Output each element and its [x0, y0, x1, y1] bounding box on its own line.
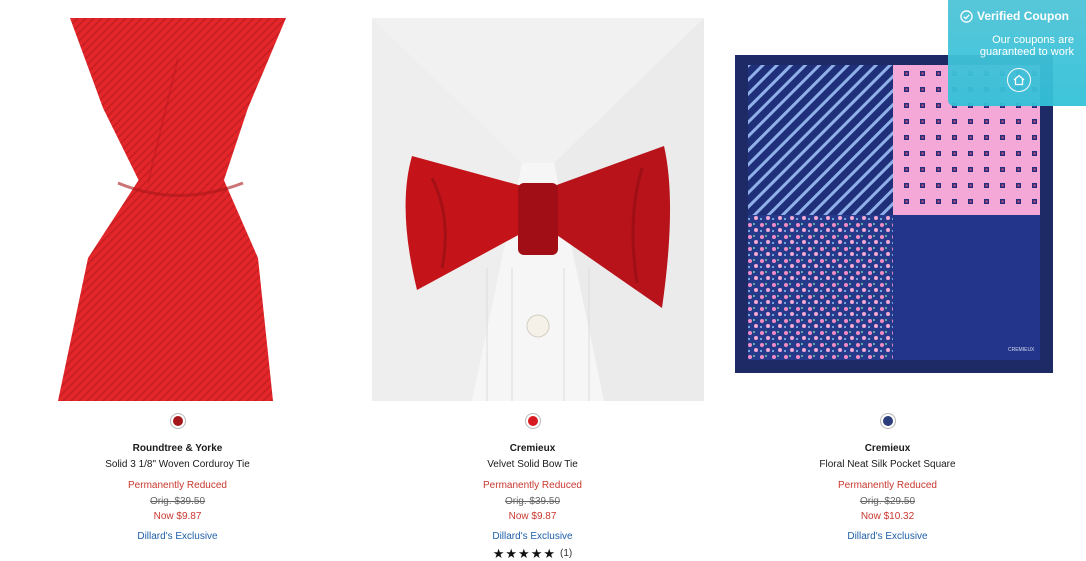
product-brand[interactable]: Cremieux [710, 441, 1065, 457]
review-count: (1) [560, 548, 573, 559]
color-swatch[interactable] [879, 413, 896, 429]
color-swatch[interactable] [169, 413, 186, 429]
product-info: Roundtree & Yorke Solid 3 1/8" Woven Cor… [0, 441, 355, 544]
status-label: Permanently Reduced [128, 480, 227, 491]
product-rating[interactable]: ★★★★★ (1) [355, 546, 710, 561]
sale-price: Now $10.32 [860, 511, 915, 522]
check-circle-icon [960, 9, 973, 23]
star-rating-icon: ★★★★★ [492, 546, 557, 561]
product-card[interactable]: Cremieux Velvet Solid Bow Tie Permanentl… [355, 0, 710, 561]
home-icon [1013, 74, 1025, 86]
product-brand[interactable]: Cremieux [355, 441, 710, 457]
exclusive-link[interactable]: Dillard's Exclusive [355, 529, 710, 545]
product-name[interactable]: Floral Neat Silk Pocket Square [710, 457, 1065, 473]
product-brand[interactable]: Roundtree & Yorke [0, 441, 355, 457]
coupon-title: Verified Coupon [960, 9, 1069, 23]
exclusive-link[interactable]: Dillard's Exclusive [0, 529, 355, 545]
original-price: Orig. $39.50 [149, 495, 206, 507]
status-label: Permanently Reduced [483, 480, 582, 491]
sale-price: Now $9.87 [153, 511, 202, 522]
original-price: Orig. $29.50 [859, 495, 916, 507]
sale-price: Now $9.87 [508, 511, 557, 522]
status-label: Permanently Reduced [838, 480, 937, 491]
original-price: Orig. $39.50 [504, 495, 561, 507]
product-grid: Roundtree & Yorke Solid 3 1/8" Woven Cor… [0, 0, 1086, 561]
product-name[interactable]: Solid 3 1/8" Woven Corduroy Tie [0, 457, 355, 473]
product-name[interactable]: Velvet Solid Bow Tie [355, 457, 710, 473]
product-image-red-tie[interactable] [0, 18, 355, 401]
product-info: Cremieux Floral Neat Silk Pocket Square … [710, 441, 1065, 544]
verified-coupon-widget[interactable]: Verified Coupon Our coupons are guarante… [948, 0, 1086, 106]
product-image-bow-tie[interactable] [360, 18, 715, 401]
exclusive-link[interactable]: Dillard's Exclusive [710, 529, 1065, 545]
product-card[interactable]: Roundtree & Yorke Solid 3 1/8" Woven Cor… [0, 0, 355, 561]
color-swatch[interactable] [524, 413, 541, 429]
coupon-title-text: Verified Coupon [977, 9, 1070, 23]
product-info: Cremieux Velvet Solid Bow Tie Permanentl… [355, 441, 710, 561]
coupon-subtitle: Our coupons are guaranteed to work [979, 34, 1074, 58]
brand-label-text: CREMIEUX [1008, 347, 1035, 353]
home-button[interactable] [1007, 68, 1031, 92]
